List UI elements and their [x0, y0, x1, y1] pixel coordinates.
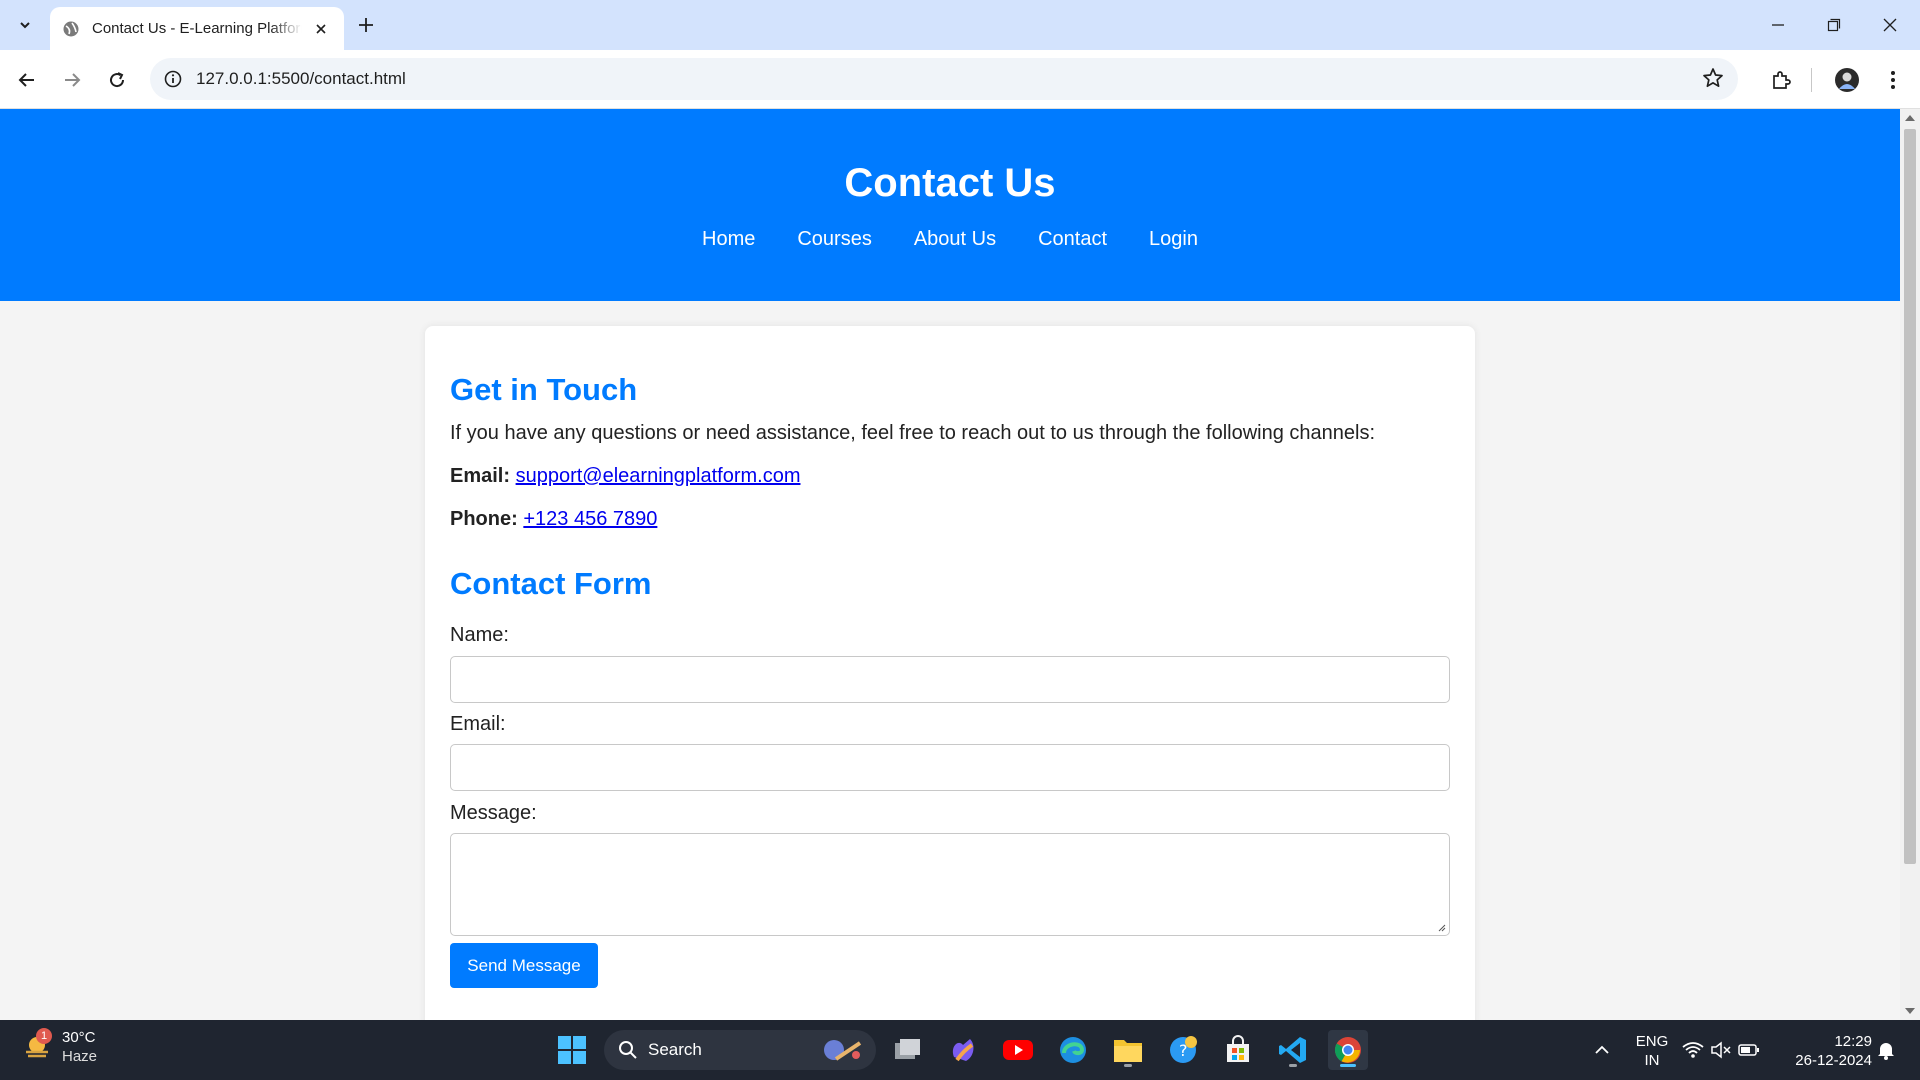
- battery-icon: [1738, 1044, 1759, 1056]
- clock-time: 12:29: [1834, 1033, 1872, 1050]
- email-link[interactable]: support@elearningplatform.com: [516, 465, 801, 487]
- clock-date: 26-12-2024: [1795, 1052, 1872, 1069]
- email-line: Email: support@elearningplatform.com: [450, 465, 800, 488]
- running-indicator: [1124, 1064, 1132, 1067]
- get-in-touch-heading: Get in Touch: [450, 372, 638, 407]
- notification-bell-icon[interactable]: [1866, 1030, 1906, 1070]
- browser-toolbar: 127.0.0.1:5500/contact.html: [0, 50, 1920, 109]
- restore-window-icon[interactable]: [1814, 8, 1854, 42]
- vscode-icon[interactable]: [1273, 1030, 1313, 1070]
- url-text: 127.0.0.1:5500/contact.html: [196, 69, 406, 88]
- chrome-browser-icon[interactable]: [1328, 1030, 1368, 1070]
- page-title: Contact Us: [844, 161, 1056, 205]
- file-explorer-icon[interactable]: [1108, 1030, 1148, 1070]
- contact-card: Get in Touch If you have any questions o…: [425, 326, 1475, 1020]
- toolbar-divider: [1811, 68, 1812, 92]
- intro-text: If you have any questions or need assist…: [450, 422, 1376, 444]
- search-label: Search: [648, 1040, 702, 1059]
- task-view-icon[interactable]: [888, 1030, 928, 1070]
- nav-link-home[interactable]: Home: [702, 219, 755, 259]
- page-scrollbar[interactable]: [1900, 109, 1920, 1020]
- windows-start-icon[interactable]: [552, 1030, 592, 1070]
- phone-label: Phone:: [450, 508, 518, 530]
- language-code: ENG: [1635, 1033, 1669, 1050]
- globe-icon: [63, 21, 79, 36]
- page-viewport: Contact Us Home Courses About Us Contact…: [0, 109, 1900, 1020]
- scroll-up-arrow-icon[interactable]: [1905, 115, 1915, 121]
- copilot-icon[interactable]: [943, 1030, 983, 1070]
- resize-grip-icon[interactable]: [1436, 922, 1446, 932]
- nav-link-login[interactable]: Login: [1149, 219, 1198, 259]
- phone-line: Phone: +123 456 7890: [450, 508, 657, 531]
- taskbar-search[interactable]: Search: [604, 1030, 876, 1070]
- main-nav: Home Courses About Us Contact Login: [0, 219, 1900, 259]
- name-field[interactable]: [450, 656, 1450, 703]
- browser-tab-active[interactable]: Contact Us - E-Learning Platform: [50, 7, 344, 50]
- minimize-window-icon[interactable]: [1758, 8, 1798, 42]
- nav-link-courses[interactable]: Courses: [797, 219, 871, 259]
- extensions-puzzle-icon[interactable]: [1763, 62, 1799, 98]
- scroll-down-arrow-icon[interactable]: [1905, 1008, 1915, 1014]
- message-label: Message:: [450, 802, 537, 824]
- nav-link-about-us[interactable]: About Us: [914, 219, 996, 259]
- contact-form-heading: Contact Form: [450, 566, 652, 601]
- wifi-icon: [1682, 1042, 1704, 1058]
- tab-title: Contact Us - E-Learning Platform: [92, 20, 302, 37]
- site-header: Contact Us Home Courses About Us Contact…: [0, 109, 1900, 301]
- show-hidden-icons-chevron-icon[interactable]: [1582, 1030, 1622, 1070]
- browser-menu-kebab-icon[interactable]: [1875, 62, 1911, 98]
- bookmark-star-icon[interactable]: [1702, 67, 1724, 89]
- close-window-icon[interactable]: [1870, 8, 1910, 42]
- input-language[interactable]: ENG IN: [1634, 1032, 1670, 1070]
- name-label: Name:: [450, 624, 509, 646]
- back-arrow-icon[interactable]: [9, 62, 45, 98]
- help-icon[interactable]: ?: [1163, 1030, 1203, 1070]
- message-textarea[interactable]: [450, 833, 1450, 936]
- address-bar[interactable]: 127.0.0.1:5500/contact.html: [150, 58, 1738, 100]
- scrollbar-thumb[interactable]: [1904, 129, 1916, 864]
- search-highlight-icon: [824, 1040, 862, 1061]
- search-icon: [619, 1041, 637, 1059]
- weather-haze-icon: 1: [22, 1028, 52, 1062]
- browser-tabstrip: Contact Us - E-Learning Platform: [0, 0, 1920, 50]
- svg-text:?: ?: [1179, 1041, 1188, 1060]
- new-tab-plus-icon[interactable]: [353, 12, 379, 38]
- microsoft-store-icon[interactable]: [1218, 1030, 1258, 1070]
- language-region: IN: [1644, 1052, 1660, 1069]
- phone-link[interactable]: +123 456 7890: [523, 508, 657, 530]
- weather-temp: 30°C: [62, 1029, 96, 1046]
- running-indicator: [1340, 1064, 1356, 1067]
- clock[interactable]: 12:29 26-12-2024: [1780, 1032, 1872, 1070]
- site-info-icon[interactable]: [164, 70, 182, 88]
- send-message-button[interactable]: Send Message: [450, 943, 598, 988]
- running-indicator: [1289, 1064, 1297, 1067]
- speaker-muted-icon: [1711, 1041, 1731, 1059]
- weather-widget[interactable]: 1 30°C Haze: [22, 1028, 97, 1066]
- reload-icon[interactable]: [99, 62, 135, 98]
- windows-taskbar: 1 30°C Haze Search ? ENG IN 12:29 26-12-…: [0, 1020, 1920, 1080]
- weather-condition: Haze: [62, 1048, 98, 1065]
- weather-badge: 1: [36, 1028, 52, 1044]
- email-field-label: Email:: [450, 713, 506, 735]
- nav-link-contact[interactable]: Contact: [1038, 219, 1107, 259]
- quick-settings-tray[interactable]: [1676, 1030, 1766, 1070]
- youtube-icon[interactable]: [998, 1030, 1038, 1070]
- tab-search-dropdown-icon[interactable]: [8, 10, 42, 40]
- forward-arrow-icon[interactable]: [54, 62, 90, 98]
- email-label: Email:: [450, 465, 511, 487]
- close-tab-icon[interactable]: [310, 18, 332, 40]
- profile-avatar[interactable]: [1829, 62, 1865, 98]
- email-field[interactable]: [450, 744, 1450, 791]
- edge-browser-icon[interactable]: [1053, 1030, 1093, 1070]
